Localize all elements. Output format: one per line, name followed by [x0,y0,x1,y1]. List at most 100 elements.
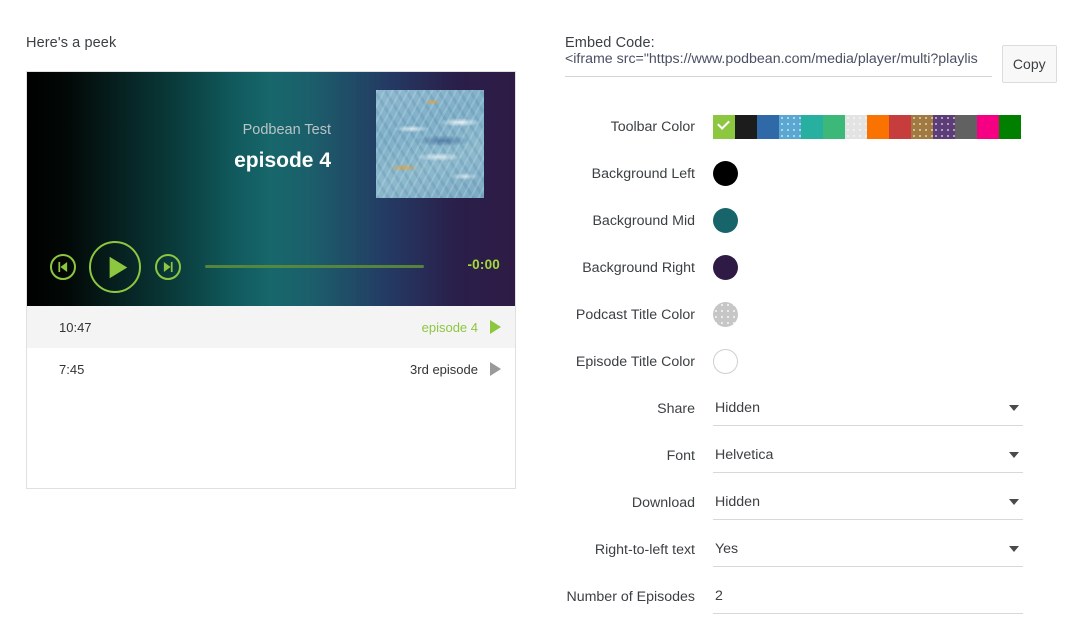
field-number-of-episodes: Number of Episodes [565,573,1057,620]
player-meta: Podbean Test episode 4 [27,120,349,176]
field-control [713,349,1057,374]
toolbar-color-swatch-4[interactable] [801,114,823,139]
field-background-left: Background Left [565,150,1057,197]
progress-slider[interactable] [205,265,424,269]
field-control [713,114,1057,139]
episode-title: episode 4 [234,149,331,172]
settings-column: Embed Code: Copy Toolbar Color Backgroun… [565,0,1065,614]
toolbar-color-swatch-11[interactable] [955,114,977,139]
player-controls: -0:00 [27,232,515,306]
field-background-mid: Background Mid [565,197,1057,244]
download-select[interactable]: Hidden [713,486,1023,520]
play-button[interactable] [89,241,141,293]
field-control [713,255,1057,280]
field-control [713,208,1057,233]
playlist-row[interactable]: 10:47 episode 4 [27,306,515,348]
number-of-episodes-input[interactable] [713,579,1023,614]
field-background-right: Background Right [565,244,1057,291]
toolbar-color-swatch-1[interactable] [735,114,757,139]
playlist-title: 3rd episode [410,361,478,377]
playlist-duration: 7:45 [59,361,85,377]
skip-next-button[interactable] [155,254,181,280]
share-select-value: Hidden [715,400,760,416]
toolbar-color-swatch-9[interactable] [911,114,933,139]
toolbar-color-swatch-10[interactable] [933,114,955,139]
font-select-value: Helvetica [715,447,774,463]
right-to-left-select[interactable]: Yes [713,533,1023,567]
toolbar-color-swatches[interactable] [713,114,1021,139]
share-select[interactable]: Hidden [713,392,1023,426]
playlist-empty-space [27,390,515,488]
chevron-down-icon [1009,451,1019,458]
embed-code-input[interactable] [565,45,992,77]
background-mid-color-dot[interactable] [713,208,738,233]
toolbar-color-swatch-0[interactable] [713,114,735,139]
font-select[interactable]: Helvetica [713,439,1023,473]
progress-fill [205,265,424,268]
chevron-down-icon [1009,545,1019,552]
podcast-title-color-dot[interactable] [713,302,738,327]
player-hero: Podbean Test episode 4 -0:00 [27,72,515,306]
toolbar-color-swatch-6[interactable] [845,114,867,139]
chevron-down-icon [1009,404,1019,411]
player-preview-card: Podbean Test episode 4 -0:00 10:47 episo… [26,71,516,489]
field-episode-title-color: Episode Title Color [565,338,1057,385]
field-label: Number of Episodes [566,588,695,605]
toolbar-color-swatch-8[interactable] [889,114,911,139]
toolbar-color-swatch-7[interactable] [867,114,889,139]
chevron-down-icon [1009,498,1019,505]
podcast-name: Podbean Test [242,122,331,138]
field-control: Yes [713,533,1057,567]
skip-previous-button[interactable] [50,254,76,280]
background-left-color-dot[interactable] [713,161,738,186]
field-font: Font Helvetica [565,432,1057,479]
field-label: Background Mid [592,212,695,229]
playlist-duration: 10:47 [59,319,92,335]
toolbar-color-swatch-13[interactable] [999,114,1021,139]
field-label: Toolbar Color [610,118,695,135]
field-label: Font [666,447,695,464]
field-podcast-title-color: Podcast Title Color [565,291,1057,338]
field-right-to-left-text: Right-to-left text Yes [565,526,1057,573]
skip-next-icon [163,261,173,273]
field-label: Share [657,400,695,417]
field-download: Download Hidden [565,479,1057,526]
play-icon[interactable] [490,362,501,376]
field-control: Hidden [713,392,1057,426]
playlist: 10:47 episode 4 7:45 3rd episode [27,306,515,488]
field-label: Background Left [591,165,695,182]
copy-button[interactable]: Copy [1001,45,1057,83]
field-toolbar-color: Toolbar Color [565,103,1057,150]
background-right-color-dot[interactable] [713,255,738,280]
settings-form: Toolbar Color Background Left Background… [565,103,1057,620]
playlist-title: episode 4 [421,319,478,335]
time-remaining: -0:00 [467,257,500,272]
field-control: Helvetica [713,439,1057,473]
toolbar-color-swatch-3[interactable] [779,114,801,139]
field-label: Background Right [582,259,695,276]
playlist-row[interactable]: 7:45 3rd episode [27,348,515,390]
skip-previous-icon [58,261,68,273]
field-control: Hidden [713,486,1057,520]
toolbar-color-swatch-12[interactable] [977,114,999,139]
playlist-row-right: episode 4 [422,320,501,335]
playlist-row-right: 3rd episode [410,362,501,377]
download-select-value: Hidden [715,494,760,510]
peek-heading: Here's a peek [26,35,117,51]
episode-title-color-dot[interactable] [713,349,738,374]
play-icon[interactable] [490,320,501,334]
field-control [713,579,1057,614]
embed-player-customizer-page: Here's a peek Podbean Test episode 4 -0:… [0,0,1080,642]
toolbar-color-swatch-2[interactable] [757,114,779,139]
field-share: Share Hidden [565,385,1057,432]
play-icon [109,256,127,278]
field-control [713,302,1057,327]
field-label: Episode Title Color [575,353,695,370]
episode-artwork [376,90,484,198]
field-label: Download [631,494,695,511]
field-label: Podcast Title Color [575,306,695,323]
field-control [713,161,1057,186]
toolbar-color-swatch-5[interactable] [823,114,845,139]
field-label: Right-to-left text [594,541,695,558]
preview-column: Here's a peek Podbean Test episode 4 -0:… [26,0,526,489]
